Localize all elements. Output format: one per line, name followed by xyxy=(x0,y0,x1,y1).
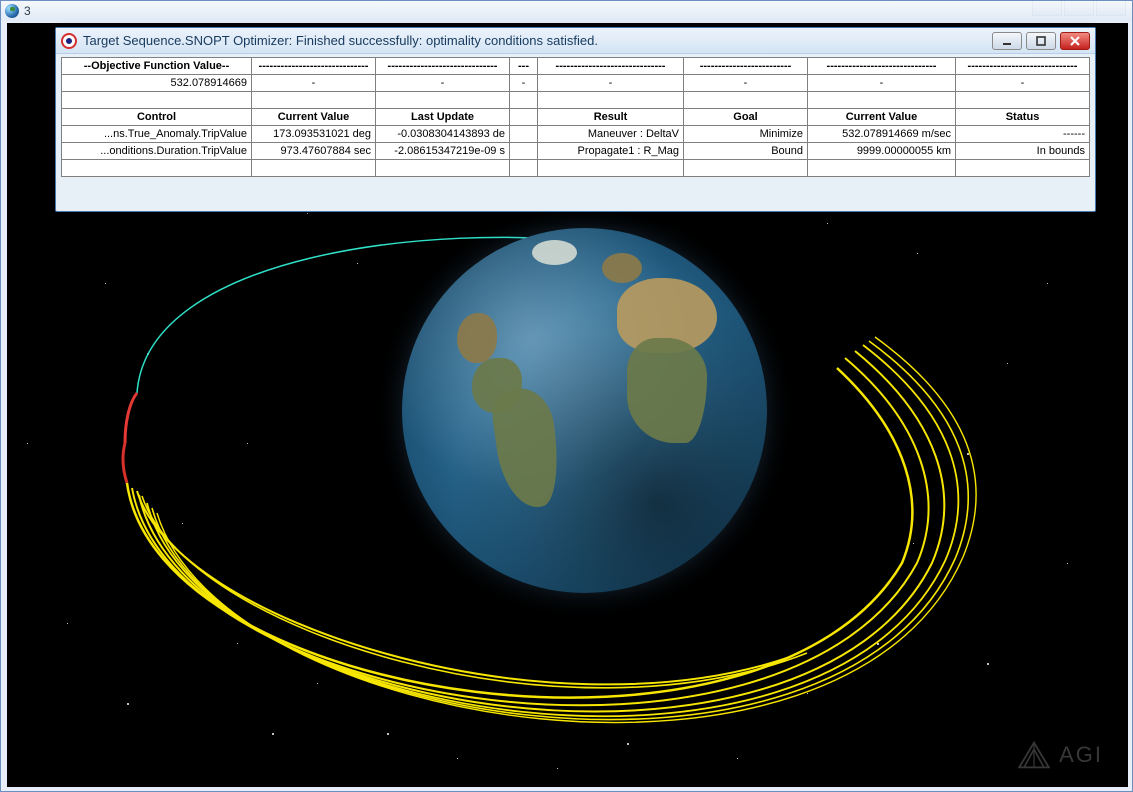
outer-maximize-button[interactable] xyxy=(1064,1,1094,16)
app-icon xyxy=(5,4,19,18)
close-button[interactable] xyxy=(1060,32,1090,50)
spacer-row xyxy=(62,160,1090,177)
optimizer-results-table: --Objective Function Value-- -----------… xyxy=(61,57,1090,177)
outer-close-button[interactable] xyxy=(1096,1,1126,16)
cell-last-update: -0.0308304143893 de xyxy=(376,126,510,143)
cell-control: ...onditions.Duration.TripValue xyxy=(62,143,252,160)
cell-current-value2: 532.078914669 m/sec xyxy=(808,126,956,143)
outer-window-titlebar[interactable]: 3 xyxy=(1,1,1132,21)
objective-value-row: 532.078914669 - - - - - - - xyxy=(62,75,1090,92)
objective-header-row: --Objective Function Value-- -----------… xyxy=(62,58,1090,75)
cell-status: ------ xyxy=(956,126,1090,143)
cell-result: Propagate1 : R_Mag xyxy=(538,143,684,160)
header-current-value2: Current Value xyxy=(808,109,956,126)
table-row: ...ns.True_Anomaly.TripValue 173.0935310… xyxy=(62,126,1090,143)
cell-status: In bounds xyxy=(956,143,1090,160)
table-row: ...onditions.Duration.TripValue 973.4760… xyxy=(62,143,1090,160)
agi-logo: AGI xyxy=(1017,741,1103,769)
column-headers-row: Control Current Value Last Update Result… xyxy=(62,109,1090,126)
earth-globe xyxy=(402,228,767,593)
outer-window-title: 3 xyxy=(24,4,31,18)
optimizer-target-icon xyxy=(61,33,77,49)
header-result: Result xyxy=(538,109,684,126)
header-status: Status xyxy=(956,109,1090,126)
cell-current-value2: 9999.00000055 km xyxy=(808,143,956,160)
objective-value: 532.078914669 xyxy=(62,75,252,92)
header-current-value: Current Value xyxy=(252,109,376,126)
cell-last-update: -2.08615347219e-09 s xyxy=(376,143,510,160)
optimizer-window: Target Sequence.SNOPT Optimizer: Finishe… xyxy=(55,27,1096,212)
agi-logo-text: AGI xyxy=(1059,742,1103,768)
header-last-update: Last Update xyxy=(376,109,510,126)
objective-label: --Objective Function Value-- xyxy=(62,58,252,75)
cell-result: Maneuver : DeltaV xyxy=(538,126,684,143)
cell-current-value: 173.093531021 deg xyxy=(252,126,376,143)
optimizer-titlebar[interactable]: Target Sequence.SNOPT Optimizer: Finishe… xyxy=(56,28,1095,54)
spacer-row xyxy=(62,92,1090,109)
optimizer-window-title: Target Sequence.SNOPT Optimizer: Finishe… xyxy=(83,33,598,48)
maximize-button[interactable] xyxy=(1026,32,1056,50)
cell-goal: Bound xyxy=(684,143,808,160)
header-control: Control xyxy=(62,109,252,126)
header-goal: Goal xyxy=(684,109,808,126)
agi-triangle-icon xyxy=(1017,741,1051,769)
cell-current-value: 973.47607884 sec xyxy=(252,143,376,160)
minimize-button[interactable] xyxy=(992,32,1022,50)
cell-control: ...ns.True_Anomaly.TripValue xyxy=(62,126,252,143)
outer-minimize-button[interactable] xyxy=(1032,1,1062,16)
cell-goal: Minimize xyxy=(684,126,808,143)
